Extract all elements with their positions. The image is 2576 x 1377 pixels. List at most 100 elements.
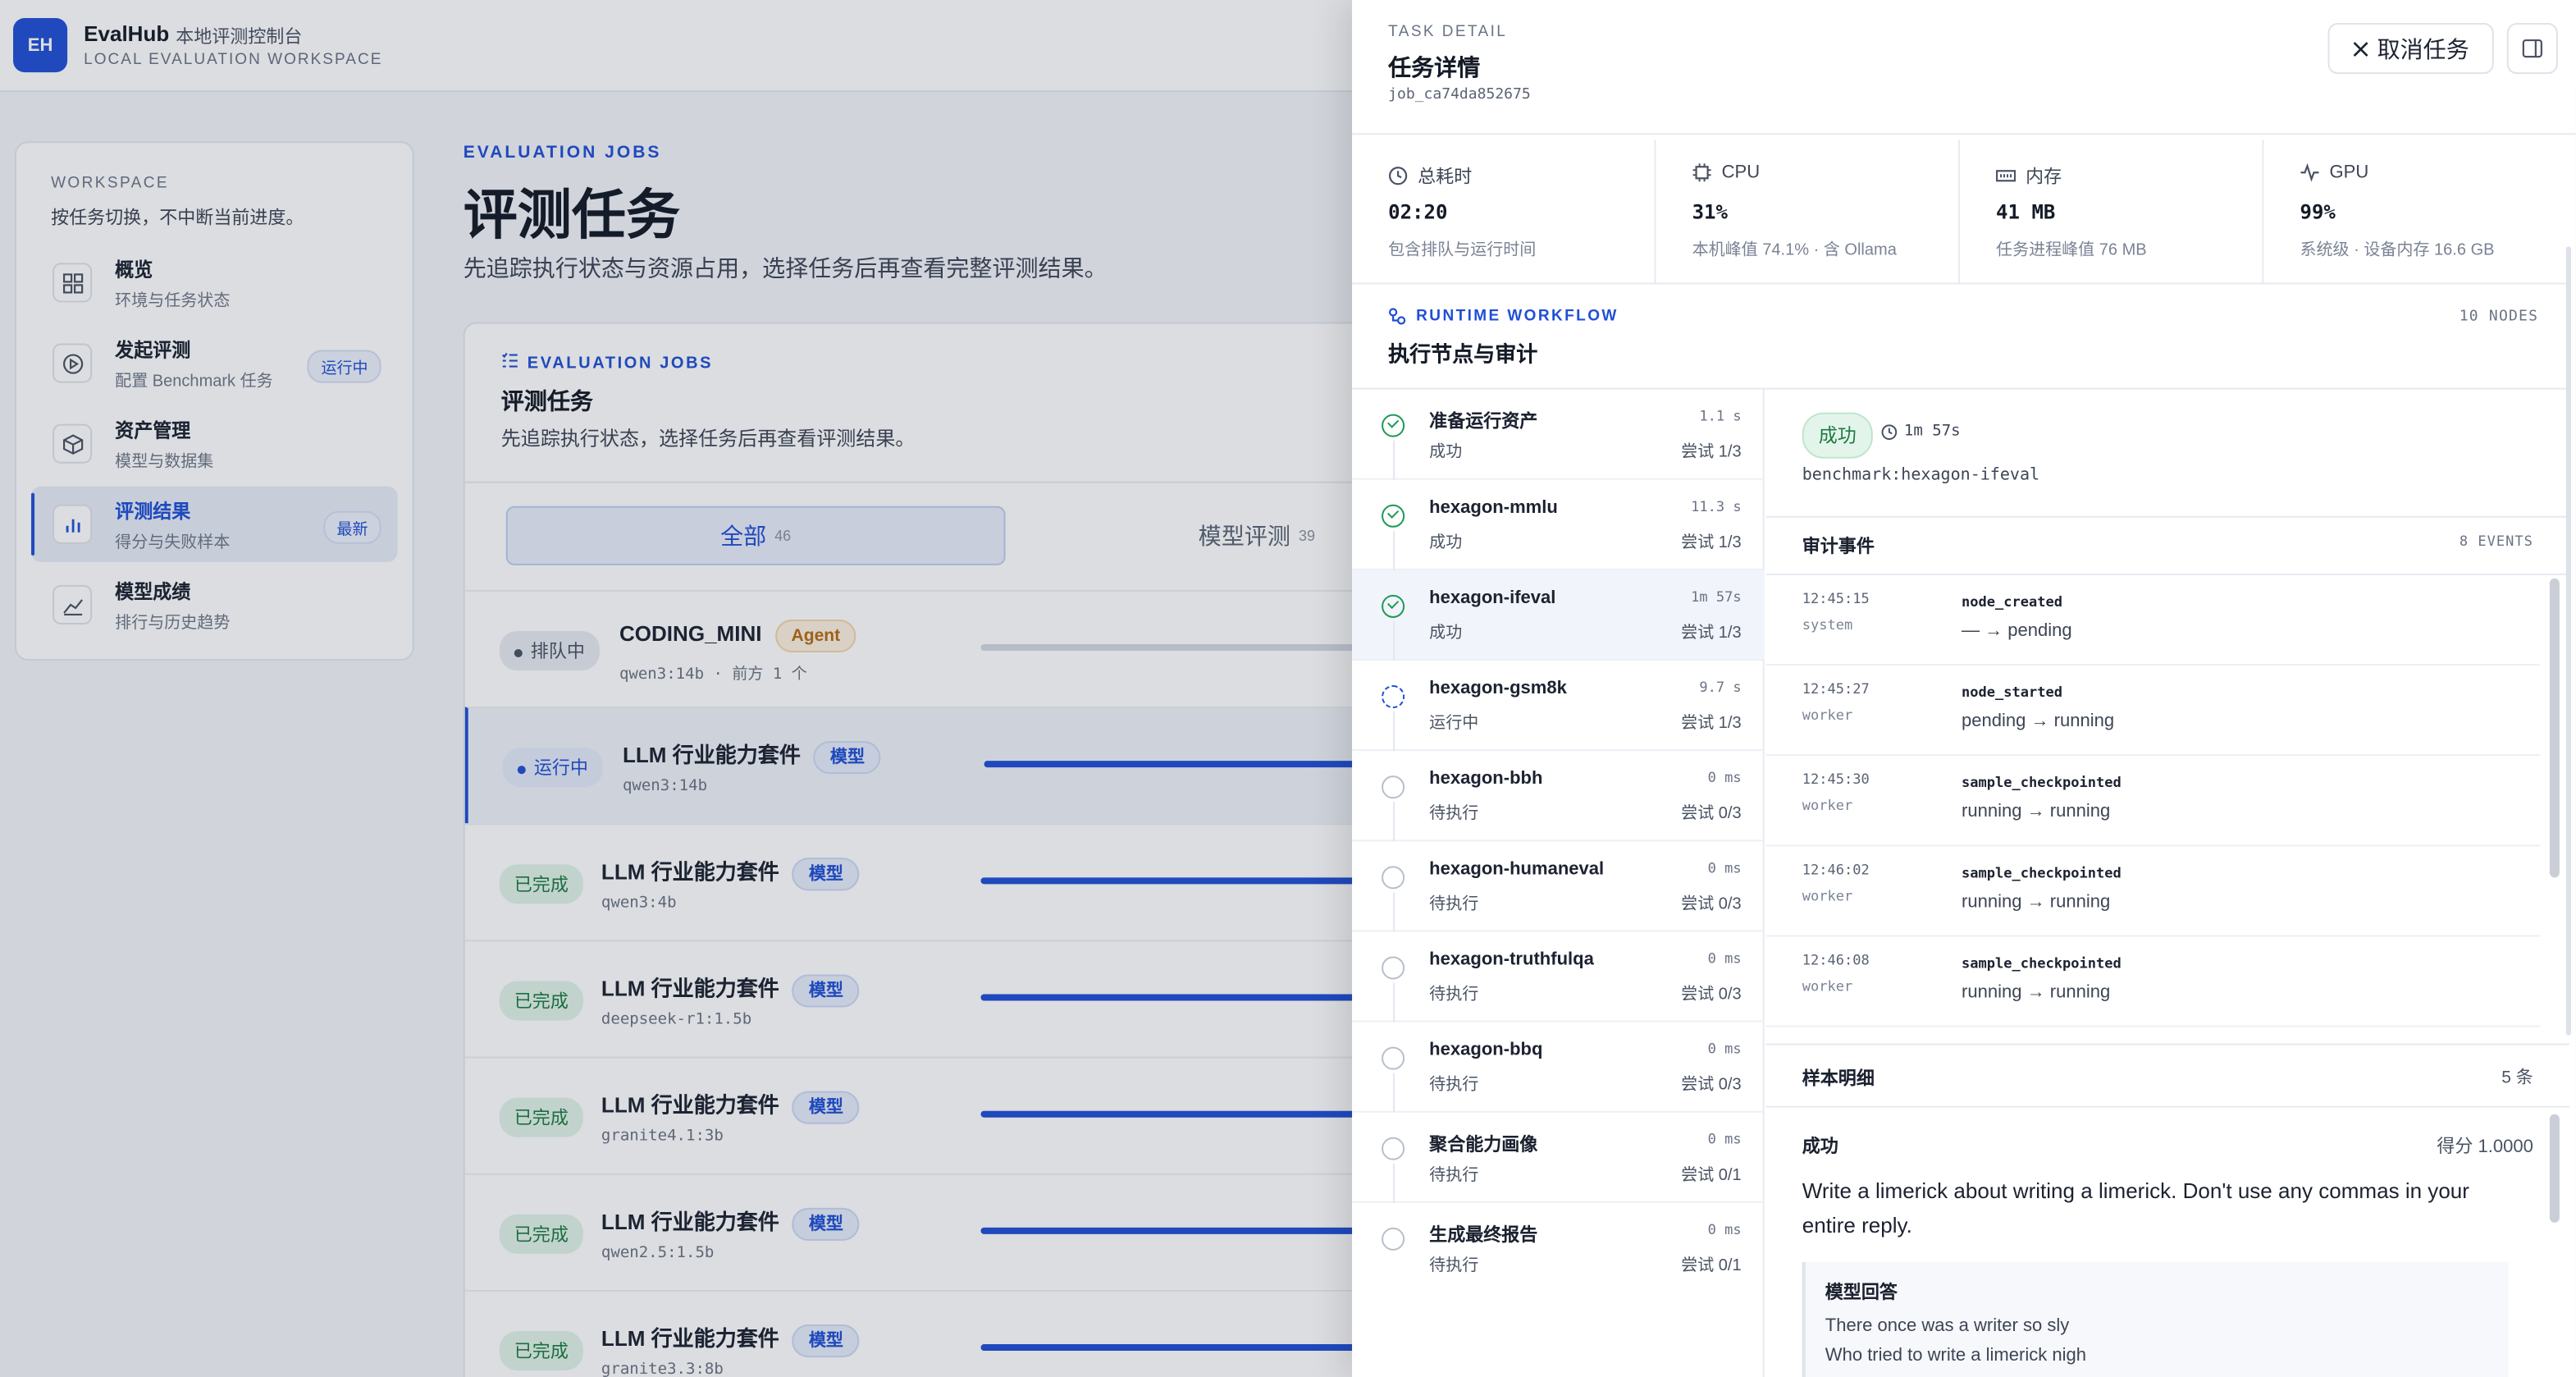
response-line: There once was a writer so sly [1825,1316,2070,1337]
node-tries: 尝试 1/3 [1681,533,1742,552]
pending-circle-icon [1382,1137,1405,1160]
node-tries: 尝试 0/3 [1681,986,1742,1004]
drawer-eyebrow: TASK DETAIL [1388,23,1508,42]
event-time: 12:45:30 [1802,772,1870,789]
event-time: 12:46:02 [1802,862,1870,880]
node-item[interactable]: hexagon-bbq 待执行 0 ms 尝试 0/3 [1352,1022,1765,1113]
workflow-title: 执行节点与审计 [1388,341,1538,367]
divider [1352,133,2576,135]
samples-scrollbar[interactable] [2549,1114,2560,1223]
node-item[interactable]: hexagon-bbh 待执行 0 ms 尝试 0/3 [1352,751,1765,842]
model-response: 模型回答 There once was a writer so sly Who … [1802,1261,2509,1377]
check-circle-icon [1382,414,1405,437]
event-transition: — → pending [1961,620,2072,641]
node-name: hexagon-bbh [1429,769,1543,789]
metric-duration: 总耗时 02:20 包含排队与运行时间 [1352,140,1656,285]
node-name: hexagon-humaneval [1429,859,1605,880]
sample-question: Write a limerick about writing a limeric… [1802,1178,2469,1237]
node-status: 成功 [1429,624,1463,643]
node-name: 生成最终报告 [1429,1225,1538,1246]
metric-sub: 本机峰值 74.1% · 含 Ollama [1692,241,1897,260]
node-duration: 1m 57s [1691,589,1742,606]
divider [1765,1043,2569,1045]
pending-circle-icon [1382,866,1405,890]
node-tries: 尝试 0/1 [1681,1166,1742,1185]
node-name: hexagon-ifeval [1429,588,1556,608]
response-title: 模型回答 [1825,1283,1898,1303]
node-item[interactable]: hexagon-humaneval 待执行 0 ms 尝试 0/3 [1352,841,1765,932]
node-status: 成功 [1429,533,1463,552]
events-count: 8 EVENTS [2459,533,2533,551]
events-scrollbar[interactable] [2549,578,2560,878]
event-actor: worker [1802,979,1853,996]
clock-icon [1389,167,1408,185]
event-item: 12:45:15 system node_created — → pending [1765,575,2540,666]
node-item[interactable]: hexagon-truthfulqa 待执行 0 ms 尝试 0/3 [1352,931,1765,1022]
node-item[interactable]: hexagon-mmlu 成功 11.3 s 尝试 1/3 [1352,480,1765,570]
pending-circle-icon [1382,1227,1405,1251]
node-item[interactable]: hexagon-ifeval 成功 1m 57s 尝试 1/3 [1352,570,1765,661]
event-name: sample_checkpointed [1961,775,2122,793]
status-badge: 成功 [1802,412,1873,459]
workflow-icon [1389,308,1406,325]
check-circle-icon [1382,504,1405,528]
node-name: 准备运行资产 [1429,412,1538,432]
node-duration: 0 ms [1707,1222,1742,1239]
drawer-scrollbar[interactable] [2565,246,2571,1036]
event-transition: running → running [1961,892,2111,913]
memory-icon [1996,170,2016,182]
metric-value: 02:20 [1388,200,1448,224]
event-item: 12:46:08 worker sample_checkpointedrunning… [1765,936,2540,1027]
event-actor: worker [1802,889,1853,906]
node-duration: 1m 57s [1881,423,1961,441]
metric-value: 99% [2300,200,2336,224]
node-status: 待执行 [1429,1076,1479,1095]
node-name: 聚合能力画像 [1429,1135,1538,1155]
event-transition: pending → running [1961,711,2115,732]
divider [1765,515,2569,518]
modal-overlay[interactable] [0,0,1353,1377]
metric-value: 31% [1692,200,1729,224]
node-status: 成功 [1429,443,1463,462]
cpu-icon [1692,163,1711,182]
event-time: 12:46:08 [1802,953,1870,970]
metric-sub: 包含排队与运行时间 [1388,241,1537,260]
drawer-title: 任务详情 [1388,54,1481,81]
event-name: node_started [1961,685,2062,702]
event-transition: running → running [1961,982,2111,1003]
event-actor: worker [1802,708,1853,725]
pending-circle-icon [1382,1046,1405,1070]
node-tries: 尝试 1/3 [1681,624,1742,643]
event-name: sample_checkpointed [1961,956,2122,973]
node-item[interactable]: 生成最终报告 待执行 0 ms 尝试 0/1 [1352,1203,1765,1293]
event-list[interactable]: 12:45:15 system node_created — → pending 12… [1765,573,2569,1044]
pending-circle-icon [1382,956,1405,980]
node-duration: 1.1 s [1699,409,1742,426]
node-name: hexagon-gsm8k [1429,679,1567,699]
event-item: 12:46:02 worker sample_checkpointed running… [1765,846,2540,937]
metric-cpu: CPU 31% 本机峰值 74.1% · 含 Ollama [1656,140,1960,285]
sample-status: 成功 [1802,1137,1838,1157]
sample-score: 得分 1.0000 [2437,1137,2533,1157]
collapse-panel-button[interactable] [2506,23,2558,75]
node-detail: 成功 1m 57s benchmark:hexagon-ifeval 审计事件 … [1765,390,2569,1377]
event-transition: running → running [1961,802,2111,822]
event-actor: worker [1802,798,1853,816]
node-item[interactable]: hexagon-gsm8k 运行中 9.7 s 尝试 1/3 [1352,661,1765,752]
node-duration: 11.3 s [1691,499,1742,516]
node-item[interactable]: 聚合能力画像 待执行 0 ms 尝试 0/1 [1352,1113,1765,1203]
node-tries: 尝试 1/3 [1681,443,1742,462]
node-name: hexagon-mmlu [1429,497,1558,518]
node-tries: 尝试 0/3 [1681,895,1742,914]
node-name: hexagon-truthfulqa [1429,949,1594,970]
event-name: node_created [1961,594,2062,611]
metric-sub: 系统级 · 设备内存 16.6 GB [2300,241,2495,260]
node-status: 待执行 [1429,1256,1479,1275]
node-status: 待执行 [1429,1166,1479,1185]
node-item[interactable]: 准备运行资产 成功 1.1 s 尝试 1/3 [1352,390,1765,480]
node-duration: 9.7 s [1699,680,1742,698]
samples-title: 样本明细 [1802,1069,1875,1090]
cancel-task-button[interactable]: 取消任务 [2327,23,2494,75]
check-circle-icon [1382,594,1405,618]
node-count: 10 NODES [2459,309,2539,326]
